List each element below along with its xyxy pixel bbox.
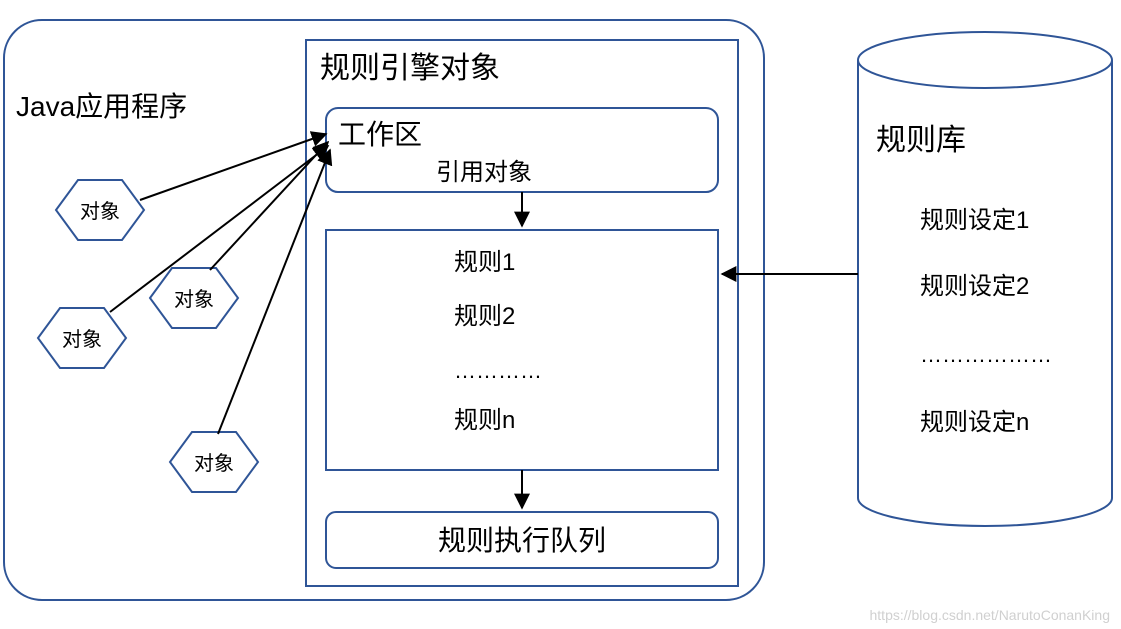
rulebase-title: 规则库	[876, 124, 966, 157]
rulebase-item-1: 规则设定1	[920, 207, 1029, 234]
arrow-hex1-to-workarea	[140, 134, 326, 200]
hexagon-label-1: 对象	[80, 200, 120, 223]
rule-item-2: 规则2	[454, 303, 515, 330]
queue-label: 规则执行队列	[438, 525, 606, 556]
java-app-label: Java应用程序	[16, 91, 187, 122]
rule-item-1: 规则1	[454, 249, 515, 276]
rulebase-item-2: 规则设定2	[920, 273, 1029, 300]
hexagon-label-2: 对象	[174, 288, 214, 311]
rule-item-dots: …………	[454, 358, 542, 383]
watermark: https://blog.csdn.net/NarutoConanKing	[870, 607, 1111, 623]
hexagon-label-4: 对象	[194, 452, 234, 475]
work-area-title: 工作区	[338, 119, 422, 150]
hexagon-label-3: 对象	[62, 328, 102, 351]
rules-list-box	[326, 230, 718, 470]
rulebase-item-n: 规则设定n	[920, 409, 1029, 436]
rulebase-item-dots: ………………	[920, 342, 1052, 367]
arrow-hex2-to-workarea	[210, 142, 328, 270]
arrow-hex3-to-workarea	[110, 146, 328, 312]
work-area-sub: 引用对象	[436, 159, 532, 186]
rule-item-n: 规则n	[454, 407, 515, 434]
engine-title: 规则引擎对象	[320, 52, 500, 85]
